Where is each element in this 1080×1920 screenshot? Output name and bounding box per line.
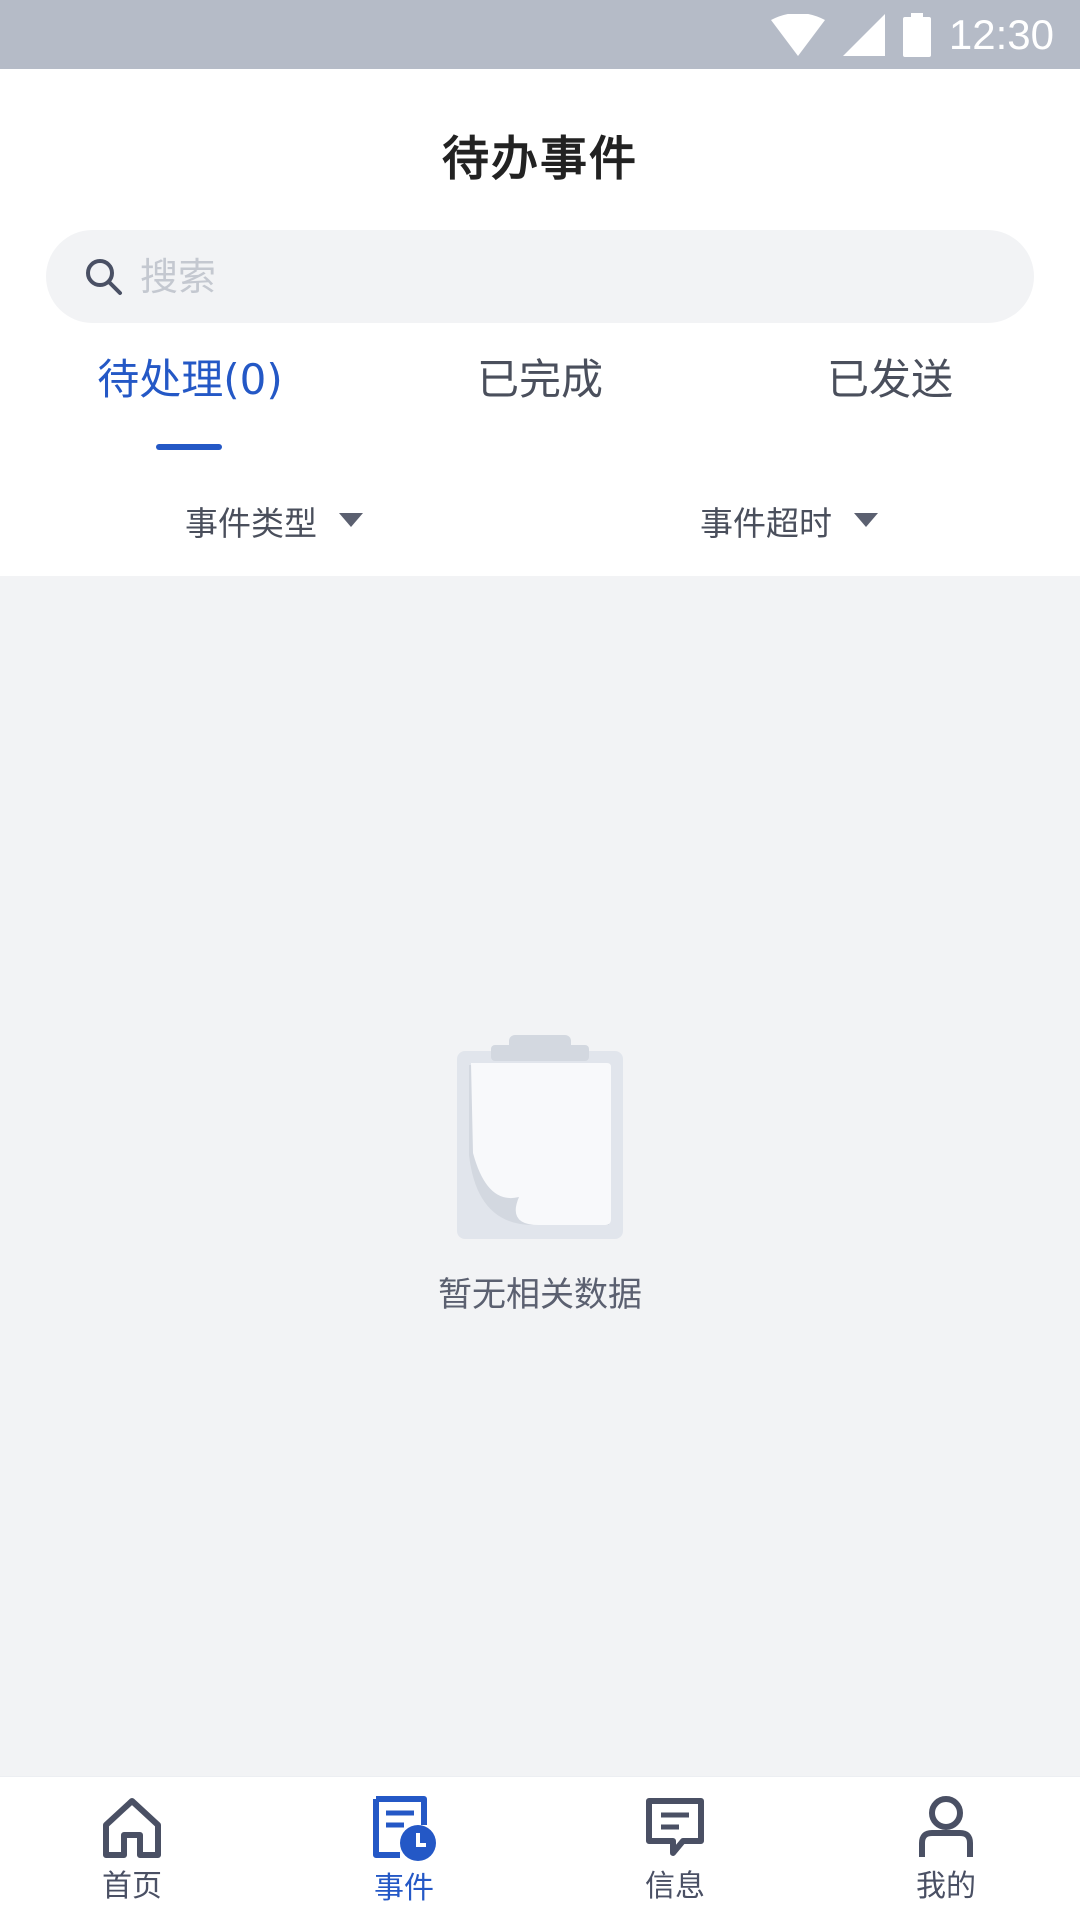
event-type-filter[interactable]: 事件类型 bbox=[185, 491, 363, 551]
nav-profile-label: 我的 bbox=[916, 1869, 976, 1904]
status-time: 12:30 bbox=[948, 10, 1054, 58]
dropdown-arrow-icon bbox=[339, 513, 363, 527]
page-title: 待办事件 bbox=[442, 132, 638, 187]
dropdown-arrow-icon bbox=[854, 513, 878, 527]
empty-message: 暂无相关数据 bbox=[438, 1275, 642, 1315]
header: 待办事件 待处理(0) 已完成 已发送 事件类型 事件超时 bbox=[0, 69, 1080, 576]
cell-signal-icon bbox=[842, 13, 885, 56]
home-icon bbox=[103, 1798, 161, 1858]
nav-events-label: 事件 bbox=[374, 1871, 434, 1906]
empty-state: 暂无相关数据 bbox=[0, 1035, 1080, 1316]
nav-messages[interactable]: 信息 bbox=[595, 1777, 755, 1920]
nav-home-label: 首页 bbox=[102, 1869, 162, 1904]
search-bar[interactable] bbox=[46, 230, 1034, 323]
event-icon bbox=[373, 1796, 436, 1861]
nav-events[interactable]: 事件 bbox=[324, 1777, 484, 1920]
nav-home[interactable]: 首页 bbox=[52, 1777, 212, 1920]
nav-profile[interactable]: 我的 bbox=[866, 1777, 1026, 1920]
tab-bar: 待处理(0) 已完成 已发送 bbox=[0, 351, 1080, 451]
event-type-filter-label: 事件类型 bbox=[185, 504, 317, 543]
tab-pending[interactable]: 待处理(0) bbox=[60, 351, 320, 451]
search-icon bbox=[86, 258, 122, 295]
empty-clipboard-icon bbox=[457, 1035, 623, 1239]
profile-icon bbox=[919, 1796, 973, 1857]
event-timeout-filter[interactable]: 事件超时 bbox=[700, 491, 878, 551]
search-input[interactable] bbox=[140, 254, 960, 299]
wifi-icon bbox=[770, 13, 825, 56]
bottom-nav: 首页 事件 信息 我的 bbox=[0, 1776, 1080, 1920]
nav-messages-label: 信息 bbox=[645, 1869, 705, 1904]
active-tab-indicator bbox=[156, 444, 222, 450]
tab-completed[interactable]: 已完成 bbox=[410, 351, 670, 451]
message-icon bbox=[646, 1798, 704, 1856]
battery-icon bbox=[902, 12, 931, 57]
status-bar: 12:30 bbox=[0, 0, 1080, 69]
event-timeout-filter-label: 事件超时 bbox=[700, 504, 832, 543]
tab-sent[interactable]: 已发送 bbox=[760, 351, 1020, 451]
